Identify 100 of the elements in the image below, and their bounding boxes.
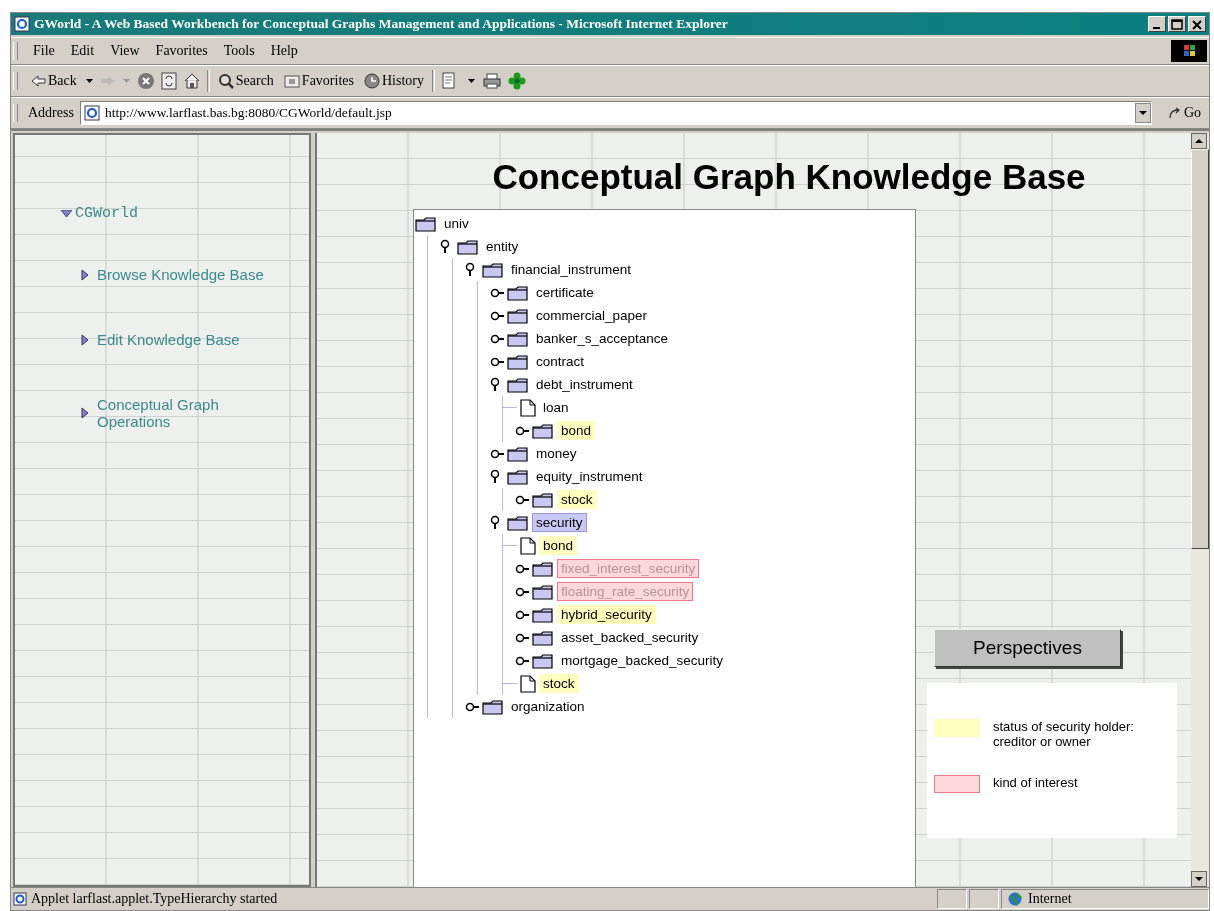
collapsed-handle-icon[interactable] [515,562,529,575]
folder-icon [507,514,529,531]
triangle-right-icon [81,333,89,346]
collapsed-handle-icon[interactable] [515,585,529,598]
perspectives-button[interactable]: Perspectives [934,629,1121,667]
ie-page-icon [83,105,100,121]
tree-node-label[interactable]: mortgage_backed_security [557,651,728,670]
page-title: Conceptual Graph Knowledge Base [492,157,1086,197]
folder-icon [532,491,554,508]
sidebar-link[interactable]: Edit Knowledge Base [81,331,281,348]
tree-node-label[interactable]: stock [539,674,579,693]
menu-item[interactable]: Help [265,43,303,59]
refresh-icon[interactable] [160,72,177,90]
tree-node-label[interactable]: stock [557,490,597,509]
close-button[interactable] [1188,16,1206,32]
tree-node-label[interactable]: bond [557,421,596,440]
folder-icon [532,629,554,646]
minimize-button[interactable] [1148,16,1166,32]
collapsed-handle-icon[interactable] [515,654,529,667]
folder-icon [507,307,529,324]
sidebar-link[interactable]: Conceptual Graph Operations [81,396,281,430]
legend-text: status of security holder: creditor or owner [993,719,1135,749]
globe-icon [1008,892,1022,906]
address-label: Address [28,105,74,121]
home-icon[interactable] [182,72,201,90]
sidebar-title[interactable]: CGWorld [61,205,309,222]
history-icon [363,73,380,89]
document-icon [520,398,536,417]
triangle-right-icon [81,268,89,281]
stop-icon[interactable] [136,72,155,90]
tree-node-label[interactable]: hybrid_security [557,605,656,624]
favorites-icon [283,73,300,89]
tree-node-label[interactable]: organization [507,697,589,716]
menu-item[interactable]: Tools [218,43,260,59]
tree-node-label[interactable]: money [532,444,581,463]
window-title: GWorld - A Web Based Workbench for Conceptual Graphs Management and Applications - Microsoft Internet Explorer [34,16,729,32]
menu-item[interactable]: Edit [65,43,100,59]
collapsed-handle-icon[interactable] [465,700,479,713]
search-button[interactable]: Search [215,73,276,89]
folder-icon [532,606,554,623]
ie-page-icon [13,892,27,906]
collapsed-handle-icon[interactable] [515,424,529,437]
maximize-button[interactable] [1168,16,1186,32]
collapsed-handle-icon[interactable] [490,332,504,345]
back-button[interactable]: Back [28,73,79,89]
collapsed-handle-icon[interactable] [490,286,504,299]
folder-icon [482,261,504,278]
collapsed-handle-icon[interactable] [515,608,529,621]
legend-text: kind of interest [993,775,1079,790]
folder-icon [457,238,479,255]
ie-logo-icon [14,16,30,32]
tree-node-label[interactable]: contract [532,352,589,371]
collapsed-handle-icon[interactable] [490,309,504,322]
favorites-button[interactable]: Favorites [281,73,356,89]
folder-icon [415,215,437,232]
menu-item[interactable]: View [105,43,145,59]
back-arrow-icon [30,73,46,89]
tree-node-label[interactable]: commercial_paper [532,306,652,325]
document-icon [520,536,536,555]
collapsed-handle-icon[interactable] [490,355,504,368]
folder-icon [532,652,554,669]
magnifier-icon [217,73,234,89]
go-button[interactable]: Go [1157,105,1207,121]
go-arrow-icon [1167,106,1182,120]
menu-item[interactable]: File [28,43,60,59]
tree-node-label[interactable]: debt_instrument [532,375,637,394]
collapsed-handle-icon[interactable] [490,447,504,460]
tree-node-label[interactable]: equity_instrument [532,467,647,486]
security-zone: Internet [1001,889,1209,909]
printer-icon[interactable] [481,72,502,90]
scroll-thumb[interactable] [1191,149,1209,549]
tree-node-label[interactable]: bond [539,536,578,555]
folder-icon [532,560,554,577]
collapsed-handle-icon[interactable] [515,493,529,506]
vertical-scrollbar[interactable] [1191,133,1209,887]
tree-node-label[interactable]: certificate [532,283,598,302]
scroll-down-icon[interactable] [1191,871,1207,887]
tree-node-label[interactable]: asset_backed_security [557,628,703,647]
menu-item[interactable]: Favorites [150,43,213,59]
address-field[interactable]: http://www.larflast.bas.bg:8080/CGWorld/default.jsp [79,101,1152,125]
folder-icon [532,583,554,600]
tree-node-label[interactable]: banker_s_acceptance [532,329,673,348]
windows-logo-icon [1171,40,1207,62]
flower-icon[interactable] [507,72,526,90]
tree-node-label[interactable]: univ [440,214,473,233]
sidebar-link[interactable]: Browse Knowledge Base [81,266,281,283]
tree-node-label[interactable]: security [532,513,587,532]
folder-icon [507,376,529,393]
folder-icon [507,468,529,485]
folder-icon [507,353,529,370]
tree-node-label[interactable]: entity [482,237,523,256]
status-message: Applet larflast.applet.TypeHierarchy started [11,891,935,907]
folder-icon [507,284,529,301]
collapsed-handle-icon[interactable] [515,631,529,644]
folder-icon [532,422,554,439]
tree-node-label[interactable]: loan [539,398,573,417]
history-button[interactable]: History [361,73,426,89]
triangle-right-icon [81,407,89,419]
tree-node-label[interactable]: financial_instrument [507,260,636,279]
scroll-up-icon[interactable] [1191,133,1207,149]
